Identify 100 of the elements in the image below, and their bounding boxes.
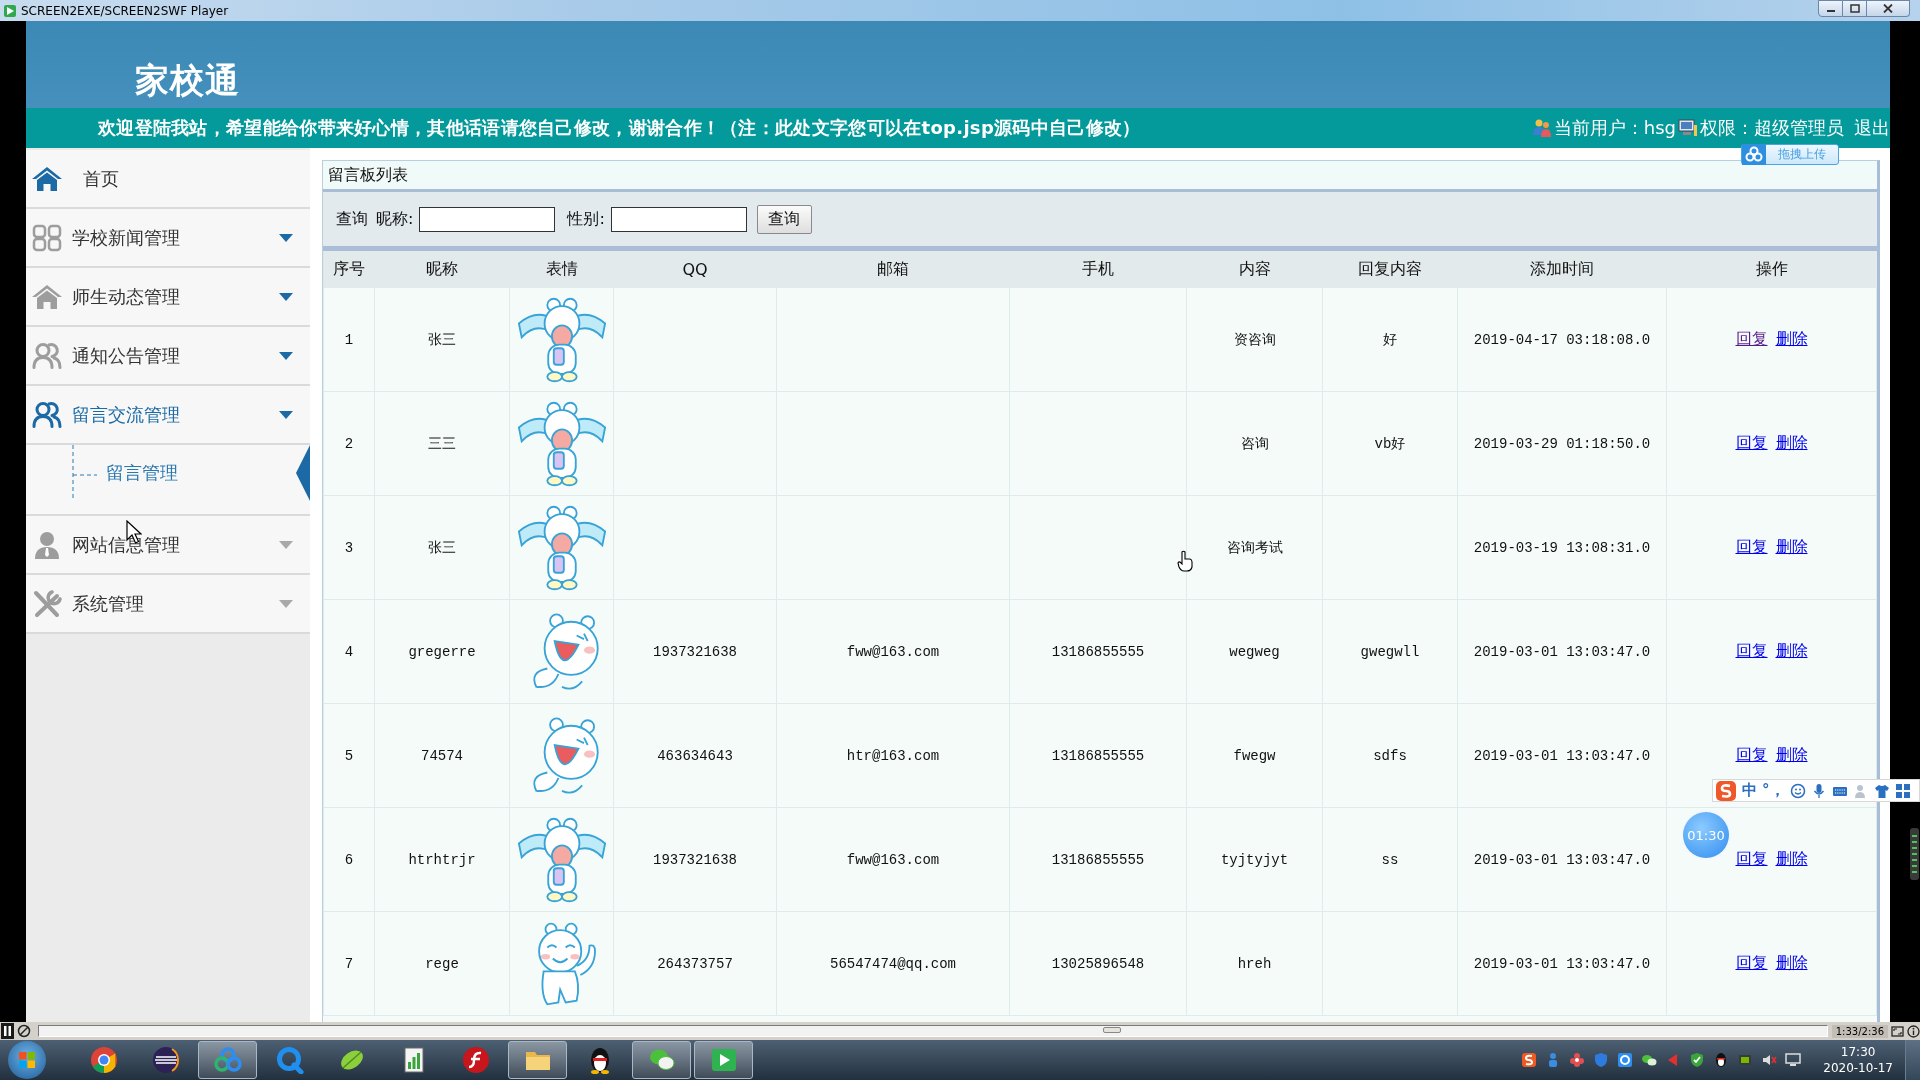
- crying-cartoon-icon: [515, 295, 608, 384]
- house-icon: [32, 282, 62, 311]
- table-cell: 6: [323, 807, 375, 912]
- delete-link[interactable]: 删除: [1775, 745, 1808, 764]
- input-mode-toggle[interactable]: 中: [1742, 781, 1757, 800]
- sidebar-item[interactable]: 首页: [26, 150, 310, 209]
- minimize-button[interactable]: [1818, 0, 1843, 17]
- table-cell: hreh: [1186, 911, 1323, 1016]
- taskbar-button[interactable]: [694, 1041, 753, 1079]
- sidebar-item[interactable]: 通知公告管理: [26, 327, 310, 386]
- table-cell: 13025896548: [1009, 911, 1187, 1016]
- circle-slash-icon: [17, 1024, 31, 1038]
- ring-tile-icon[interactable]: [1617, 1052, 1634, 1068]
- close-button[interactable]: [1867, 0, 1910, 17]
- shield-icon[interactable]: [1593, 1052, 1610, 1068]
- table-cell: 张三: [374, 287, 510, 392]
- reply-link[interactable]: 回复: [1735, 849, 1768, 868]
- search-button[interactable]: 查询: [756, 204, 812, 234]
- table-cell: 1937321638: [613, 599, 777, 704]
- query-label: 查询: [336, 208, 368, 230]
- taskbar-button[interactable]: [632, 1041, 691, 1079]
- delete-link[interactable]: 删除: [1775, 641, 1808, 660]
- table-cell: 463634643: [613, 703, 777, 808]
- crying-cartoon-icon: [515, 503, 608, 592]
- reply-link[interactable]: 回复: [1735, 433, 1768, 452]
- info-icon[interactable]: [1907, 1024, 1920, 1038]
- nickname-field[interactable]: [419, 206, 556, 232]
- table-cell: 56547474@qq.com: [776, 911, 1010, 1016]
- table-cell: vb好: [1322, 391, 1458, 496]
- flower-icon[interactable]: [1569, 1052, 1586, 1068]
- start-button[interactable]: [8, 1041, 46, 1079]
- reply-link[interactable]: 回复: [1735, 953, 1768, 972]
- grid-icon[interactable]: [1894, 782, 1911, 799]
- taskbar-button[interactable]: [508, 1041, 567, 1079]
- table-cell: 74574: [374, 703, 510, 808]
- chat-bubbles-icon[interactable]: [1641, 1052, 1658, 1068]
- app-icon: [3, 3, 17, 18]
- table-cell: tyjtyjyt: [1186, 807, 1323, 912]
- color-wheel-icon: [89, 1046, 118, 1074]
- table-cell: 资咨询: [1186, 287, 1323, 392]
- delete-link[interactable]: 删除: [1775, 537, 1808, 556]
- column-header: 昵称: [374, 251, 510, 288]
- column-header: 操作: [1666, 251, 1877, 288]
- smiley-icon[interactable]: [1789, 782, 1806, 799]
- gender-field[interactable]: [610, 206, 747, 232]
- table-cell: 2019-04-17 03:18:08.0: [1457, 287, 1667, 392]
- column-header: 添加时间: [1457, 251, 1667, 288]
- flag-icon: [17, 1050, 37, 1070]
- table-cell: 张三: [374, 495, 510, 600]
- punctuation-toggle[interactable]: °，: [1762, 781, 1785, 800]
- pause-button[interactable]: [1, 1023, 14, 1039]
- nickname-label: 昵称:: [376, 208, 414, 230]
- table-cell: 13186855555: [1009, 703, 1187, 808]
- table-cell: 1937321638: [613, 807, 777, 912]
- fullscreen-icon[interactable]: [1891, 1024, 1904, 1038]
- monitor-icon[interactable]: [1785, 1052, 1802, 1068]
- table-cell: rege: [374, 911, 510, 1016]
- sidebar-item[interactable]: 师生动态管理: [26, 268, 310, 327]
- column-header: 表情: [509, 251, 614, 288]
- column-header: 序号: [323, 251, 375, 288]
- striped-circle-icon: [151, 1046, 180, 1074]
- panel-title: 留言板列表: [323, 161, 1877, 192]
- level-meter-icon: [1910, 828, 1919, 880]
- swirl-disc-icon: [461, 1046, 490, 1074]
- sidebar-item[interactable]: 网站信息管理: [26, 516, 310, 575]
- crying-cartoon-icon: [515, 399, 608, 488]
- delete-link[interactable]: 删除: [1775, 433, 1808, 452]
- check-shield-icon[interactable]: [1689, 1052, 1706, 1068]
- chip-icon[interactable]: [1737, 1052, 1754, 1068]
- sidebar-item[interactable]: 留言交流管理: [26, 386, 310, 445]
- reply-link[interactable]: 回复: [1735, 745, 1768, 764]
- logo-icon[interactable]: [1521, 1052, 1538, 1068]
- table-cell: 好: [1322, 287, 1458, 392]
- delete-link[interactable]: 删除: [1775, 849, 1808, 868]
- table-cell: 2019-03-01 13:03:47.0: [1457, 703, 1667, 808]
- seek-track[interactable]: [38, 1025, 1828, 1037]
- shirt-icon[interactable]: [1873, 782, 1890, 799]
- sidebar-item[interactable]: 学校新闻管理: [26, 209, 310, 268]
- delete-link[interactable]: 删除: [1775, 329, 1808, 348]
- table-cell: 2019-03-29 01:18:50.0: [1457, 391, 1667, 496]
- table-cell: 4: [323, 599, 375, 704]
- table-cell: 264373757: [613, 911, 777, 1016]
- site-logo: 家校通: [135, 58, 240, 102]
- table-cell: 5: [323, 703, 375, 808]
- users-icon: [32, 400, 62, 429]
- delete-link[interactable]: 删除: [1775, 953, 1808, 972]
- seek-thumb[interactable]: [1102, 1027, 1121, 1033]
- player-button[interactable]: [16, 1023, 32, 1039]
- table-cell: htr@163.com: [776, 703, 1010, 808]
- sidebar-item[interactable]: 系统管理: [26, 575, 310, 634]
- table-cell: 咨询: [1186, 391, 1323, 496]
- reply-link[interactable]: 回复: [1735, 641, 1768, 660]
- reply-link[interactable]: 回复: [1735, 537, 1768, 556]
- maximize-button[interactable]: [1843, 0, 1867, 17]
- table-cell: 7: [323, 911, 375, 1016]
- clock-time: 17:30: [1840, 1044, 1876, 1060]
- ring-icon: [275, 1046, 304, 1074]
- maximize-icon: [1849, 4, 1860, 13]
- muted-speaker-icon[interactable]: [1761, 1052, 1778, 1068]
- reply-link[interactable]: 回复: [1735, 329, 1768, 348]
